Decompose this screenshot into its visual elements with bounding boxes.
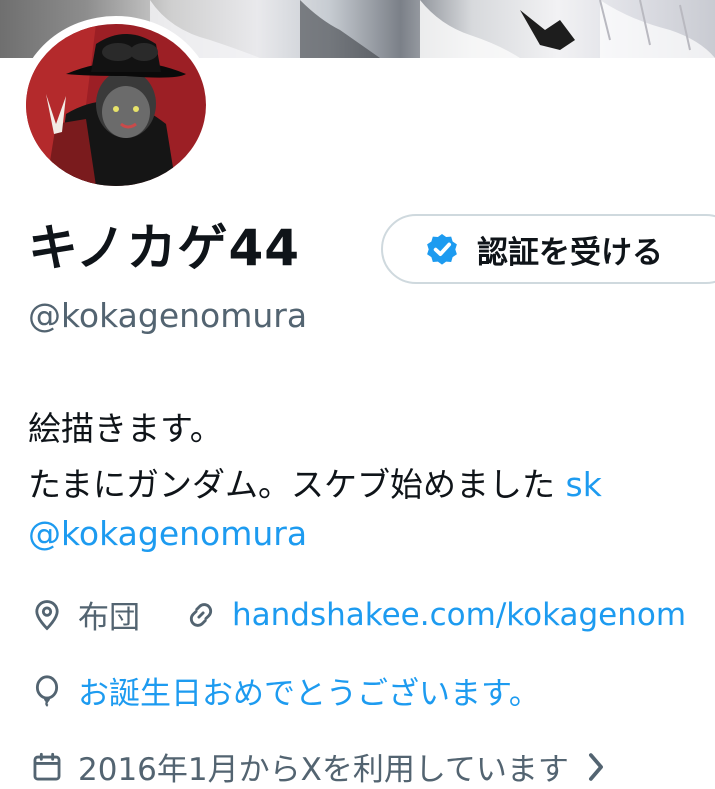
profile-meta-row-1: 布団 handshakee.com/kokagenom	[30, 592, 686, 637]
profile-meta-row-2: お誕生日おめでとうございます。	[30, 668, 540, 713]
calendar-icon	[33, 752, 61, 780]
get-verified-label: 認証を受ける	[477, 234, 663, 271]
birthday-text[interactable]: お誕生日おめでとうございます。	[78, 668, 540, 713]
display-name: キノカゲ44	[28, 219, 301, 277]
bio-line-2: たまにガンダム。スケブ始めました sk	[28, 458, 602, 506]
joined-date-text: 2016年1月からXを利用しています	[78, 752, 569, 788]
bio-line-1: 絵描きます。	[28, 409, 223, 448]
verified-badge-icon	[427, 233, 457, 265]
get-verified-button[interactable]: 認証を受ける	[381, 214, 715, 284]
profile-meta-row-3[interactable]: 2016年1月からXを利用しています	[30, 744, 607, 789]
location-pin-icon	[35, 599, 59, 630]
chevron-right-icon	[588, 752, 603, 781]
balloon-icon	[35, 674, 59, 707]
location-text: 布団	[78, 600, 140, 636]
website-link[interactable]: handshakee.com/kokagenom	[232, 597, 686, 633]
link-icon	[189, 602, 213, 627]
user-handle: @kokagenomura	[28, 296, 308, 335]
bio-text: たまにガンダム。スケブ始めました	[28, 465, 566, 504]
bio-mention-link[interactable]: @kokagenomura	[28, 514, 307, 553]
bio-link[interactable]: sk	[566, 465, 602, 504]
avatar[interactable]	[18, 16, 214, 194]
avatar-image	[26, 24, 206, 186]
